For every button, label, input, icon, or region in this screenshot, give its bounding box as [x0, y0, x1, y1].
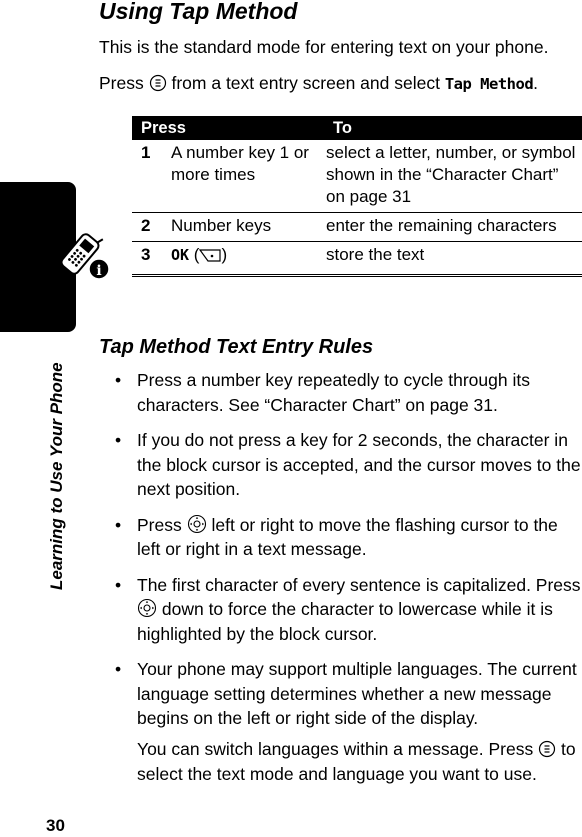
table-row: 3 OK ( ) store the text [132, 241, 582, 277]
table-row: 2 Number keys enter the remaining charac… [132, 212, 582, 242]
rule-text: Press a number key repeatedly to cycle t… [137, 370, 530, 415]
instruction-suffix: . [533, 73, 539, 93]
row-number: 2 [132, 212, 171, 242]
phone-info-icon: i [60, 233, 110, 280]
rules-list: • Press a number key repeatedly to cycle… [99, 368, 582, 742]
table-header-row: Press To [132, 116, 582, 140]
rule-extra-paragraph: You can switch languages within a messag… [137, 737, 582, 786]
header-to: To [326, 116, 582, 140]
rule-text: down to force the character to lowercase… [137, 599, 553, 644]
extra-text-before: You can switch languages within a messag… [137, 739, 534, 759]
bullet: • [115, 659, 122, 679]
rule-prefix: Press [137, 514, 182, 535]
rule-text: If you do not press a key for 2 seconds,… [137, 430, 581, 499]
row-press: A number key 1 or more times [171, 140, 326, 213]
header-press: Press [132, 116, 326, 140]
row-number: 3 [132, 241, 171, 277]
instruction-paragraph: Press from a text entry screen and selec… [99, 73, 538, 94]
list-item: • The first character of every sentence … [99, 573, 582, 647]
menu-key-icon [539, 740, 556, 758]
row-press: Number keys [171, 212, 326, 242]
list-item: • If you do not press a key for 2 second… [99, 428, 582, 502]
bullet: • [115, 370, 122, 390]
chapter-label: Learning to Use Your Phone [47, 362, 66, 590]
soft-key-icon [199, 249, 222, 262]
row-press: OK ( ) [171, 241, 326, 277]
bullet: • [115, 514, 122, 535]
instruction-middle: from a text entry screen and select [171, 73, 440, 93]
rule-text-before: The first character of every sentence is… [137, 574, 581, 595]
row-to: select a letter, number, or symbol shown… [326, 140, 582, 213]
table-row: 1 A number key 1 or more times select a … [132, 140, 582, 213]
nav-key-icon [137, 598, 157, 618]
list-item: • Press left or right to move the flashi… [99, 513, 582, 562]
menu-key-icon [149, 74, 166, 92]
page-number: 30 [46, 816, 65, 835]
bullet: • [115, 430, 122, 450]
bullet: • [115, 574, 122, 595]
row-to: store the text [326, 241, 582, 277]
row-to: enter the remaining characters [326, 212, 582, 242]
rule-text: Your phone may support multiple language… [137, 659, 577, 728]
list-item: • Your phone may support multiple langua… [99, 657, 582, 731]
list-item: • Press a number key repeatedly to cycle… [99, 368, 582, 417]
rules-title: Tap Method Text Entry Rules [99, 336, 374, 358]
press-table: Press To 1 A number key 1 or more times … [132, 116, 582, 277]
section-title: Using Tap Method [99, 0, 298, 24]
row-number: 1 [132, 140, 171, 213]
svg-text:i: i [96, 263, 101, 279]
menu-option-tap-method: Tap Method [444, 75, 534, 93]
instruction-prefix: Press [99, 73, 144, 93]
intro-paragraph: This is the standard mode for entering t… [99, 37, 549, 57]
nav-key-icon [187, 514, 206, 533]
ok-key-label: OK [171, 246, 190, 264]
